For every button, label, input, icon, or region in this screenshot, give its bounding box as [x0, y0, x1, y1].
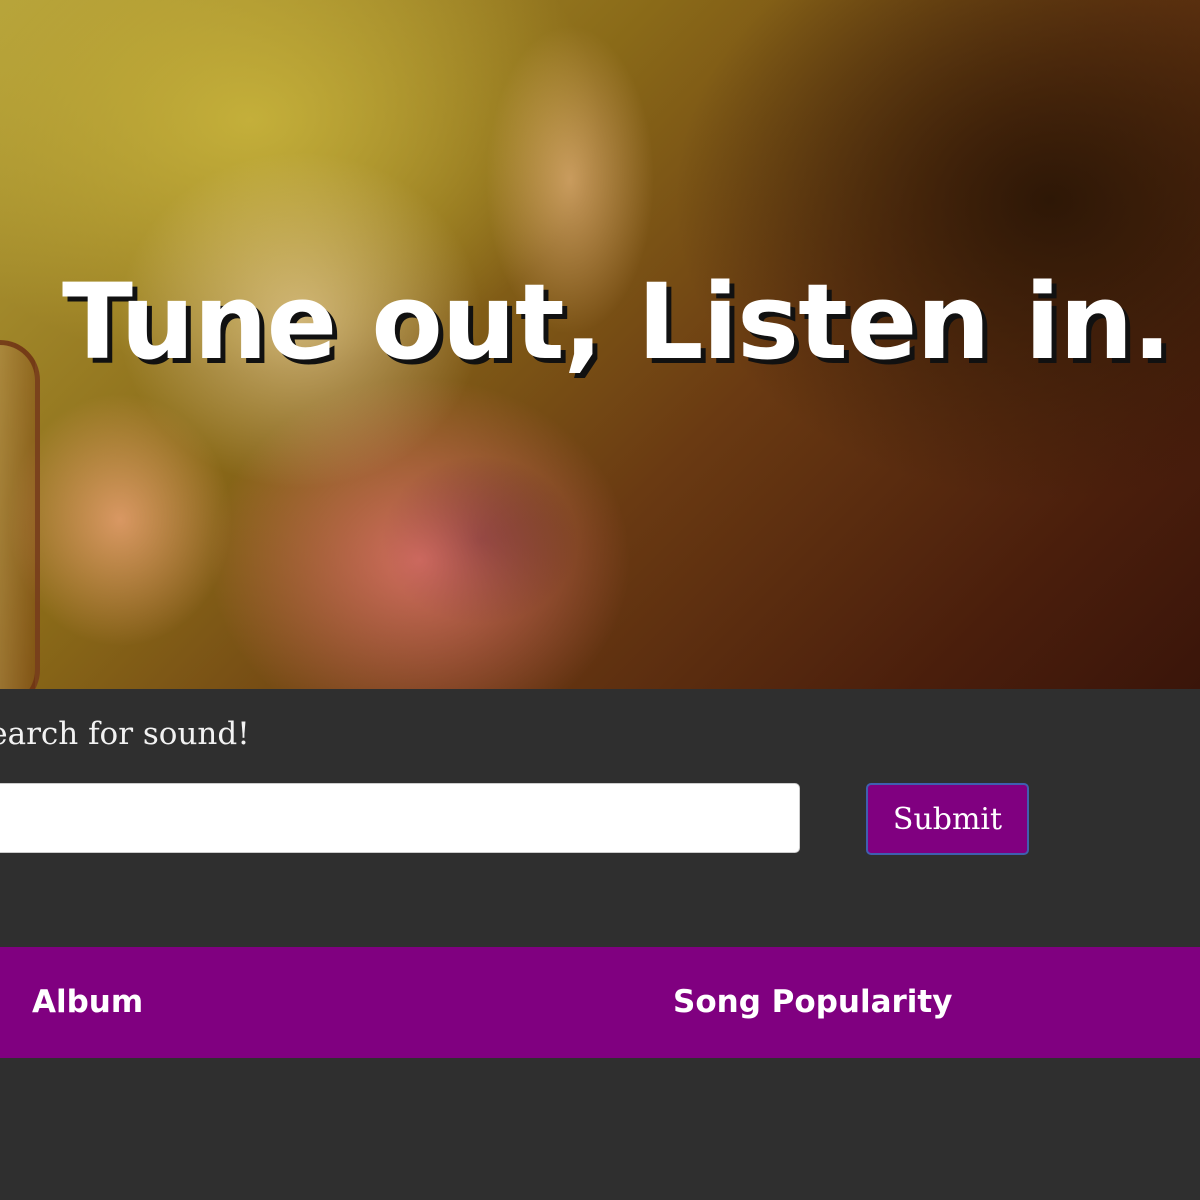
column-header-album: Album: [32, 984, 144, 1020]
hero-background-image: [0, 340, 40, 689]
hero-headline: Tune out, Listen in.: [62, 261, 1172, 383]
results-table-header: Album Song Popularity: [0, 947, 1200, 1058]
search-input[interactable]: [0, 783, 800, 853]
hero-banner: Tune out, Listen in.: [0, 0, 1200, 689]
search-prompt: Search for sound!: [0, 716, 250, 752]
column-header-song-popularity: Song Popularity: [673, 984, 953, 1020]
page: Tune out, Listen in. Search for sound! S…: [0, 0, 1200, 1200]
submit-button[interactable]: Submit: [866, 783, 1029, 855]
